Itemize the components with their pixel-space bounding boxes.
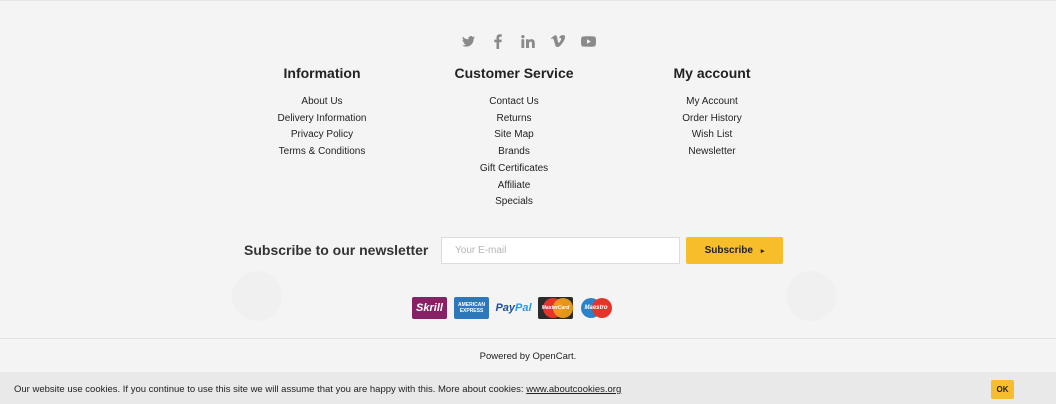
decorative-circle-right [786, 271, 836, 321]
amex-logo: AMERICAN EXPRESS [454, 297, 489, 319]
mastercard-text: MasterCard [541, 305, 570, 311]
social-links [0, 33, 1056, 49]
paypal-pay: Pay [495, 302, 516, 314]
link-order-history[interactable]: Order History [652, 111, 772, 128]
link-about-us[interactable]: About Us [262, 94, 382, 111]
footer-page: Information About Us Delivery Informatio… [0, 0, 1056, 404]
link-my-account[interactable]: My Account [652, 94, 772, 111]
decorative-circle-left [232, 271, 282, 321]
skrill-logo-text: Skrill [416, 302, 443, 314]
maestro-logo: Maestro [580, 297, 612, 319]
my-account-column: My account My Account Order History Wish… [652, 65, 772, 161]
information-heading: Information [283, 65, 361, 81]
link-gift-certificates[interactable]: Gift Certificates [444, 161, 584, 178]
link-contact-us[interactable]: Contact Us [444, 94, 584, 111]
link-site-map[interactable]: Site Map [444, 127, 584, 144]
payment-methods: Skrill AMERICAN EXPRESS Pay Pal MasterCar… [412, 297, 612, 319]
twitter-icon[interactable] [460, 33, 476, 49]
information-links: About Us Delivery Information Privacy Po… [262, 94, 382, 161]
my-account-heading: My account [673, 65, 751, 81]
information-column: Information About Us Delivery Informatio… [262, 65, 382, 161]
cookie-message: Our website use cookies. If you continue… [14, 384, 621, 395]
newsletter-email-input[interactable] [441, 237, 680, 264]
paypal-logo: Pay Pal [495, 297, 532, 319]
link-brands[interactable]: Brands [444, 144, 584, 161]
customer-service-heading: Customer Service [454, 65, 574, 81]
footer-divider [0, 338, 1056, 339]
link-privacy-policy[interactable]: Privacy Policy [262, 127, 382, 144]
cookie-text: Our website use cookies. If you continue… [14, 384, 527, 395]
maestro-text: Maestro [584, 305, 608, 311]
play-arrow-icon: ▸ [760, 247, 765, 255]
link-affiliate[interactable]: Affiliate [444, 178, 584, 195]
mastercard-logo: MasterCard [538, 297, 573, 319]
my-account-links: My Account Order History Wish List Newsl… [652, 94, 772, 161]
link-delivery-information[interactable]: Delivery Information [262, 111, 382, 128]
link-terms-conditions[interactable]: Terms & Conditions [262, 144, 382, 161]
link-wish-list[interactable]: Wish List [652, 127, 772, 144]
cookie-bar: Our website use cookies. If you continue… [0, 372, 1056, 404]
customer-service-column: Customer Service Contact Us Returns Site… [444, 65, 584, 211]
linkedin-icon[interactable] [520, 33, 536, 49]
vimeo-icon[interactable] [550, 33, 566, 49]
link-newsletter[interactable]: Newsletter [652, 144, 772, 161]
facebook-icon[interactable] [490, 33, 506, 49]
youtube-icon[interactable] [580, 33, 596, 49]
paypal-pal: Pal [515, 302, 532, 314]
skrill-logo: Skrill [412, 297, 447, 319]
link-returns[interactable]: Returns [444, 111, 584, 128]
top-divider [0, 0, 1056, 1]
cookie-link[interactable]: www.aboutcookies.org [526, 384, 621, 395]
subscribe-button[interactable]: Subscribe ▸ [686, 237, 783, 264]
subscribe-label: Subscribe [704, 245, 753, 256]
amex-line2: EXPRESS [459, 308, 484, 314]
powered-by: Powered by OpenCart. [479, 351, 577, 362]
customer-service-links: Contact Us Returns Site Map Brands Gift … [444, 94, 584, 211]
newsletter-title: Subscribe to our newsletter [244, 242, 429, 258]
cookie-ok-button[interactable]: OK [991, 380, 1014, 399]
link-specials[interactable]: Specials [444, 194, 584, 211]
